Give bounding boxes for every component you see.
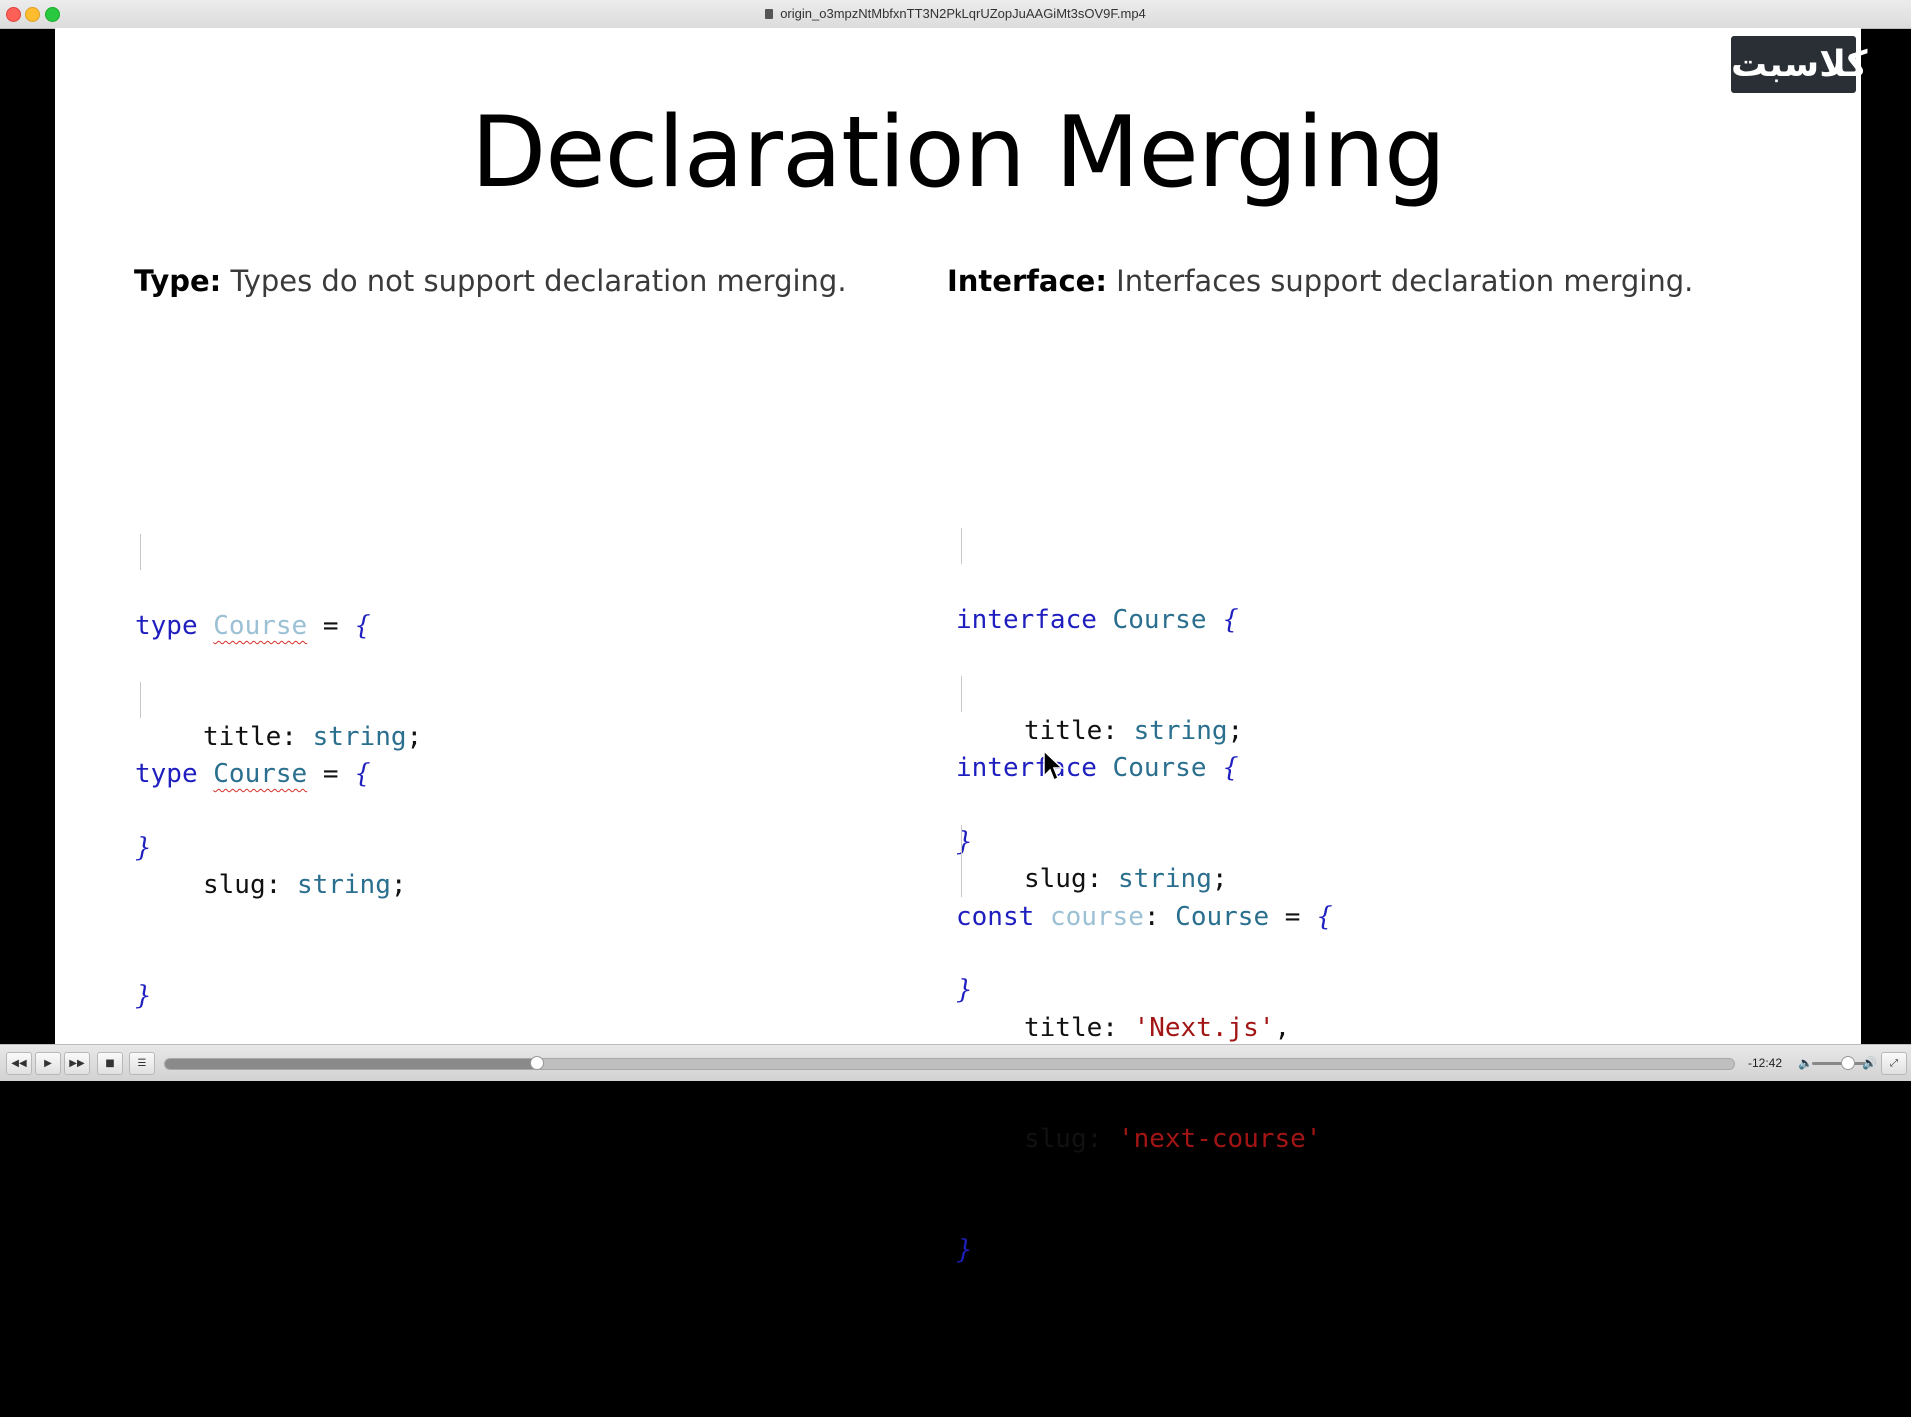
progress-bar[interactable] bbox=[164, 1056, 1735, 1070]
fullscreen-button[interactable]: ⤢ bbox=[1881, 1052, 1907, 1075]
time-remaining: -12:42 bbox=[1748, 1056, 1783, 1070]
player-window: origin_o3mpzNtMbfxnTT3N2PkLqrUZopJuAAGiM… bbox=[0, 0, 1911, 1265]
operator: = bbox=[1269, 902, 1317, 932]
colon: : bbox=[1102, 1013, 1134, 1043]
colon: : bbox=[265, 870, 297, 900]
window-title: origin_o3mpzNtMbfxnTT3N2PkLqrUZopJuAAGiM… bbox=[0, 6, 1911, 21]
property-name: slug bbox=[1024, 1124, 1087, 1154]
type-name: Course bbox=[1175, 902, 1270, 932]
video-frame-slide[interactable]: کلاسبت Declaration Merging Type: Types d… bbox=[55, 28, 1867, 1265]
interface-heading-bold: Interface: bbox=[947, 264, 1107, 298]
stop-button[interactable]: ■ bbox=[97, 1052, 123, 1075]
type-heading-bold: Type: bbox=[134, 264, 222, 298]
semicolon: ; bbox=[390, 870, 407, 900]
colon: : bbox=[1143, 902, 1176, 932]
document-icon bbox=[765, 9, 774, 19]
progress-thumb[interactable] bbox=[529, 1056, 544, 1070]
colon: : bbox=[1086, 1124, 1118, 1154]
close-brace: } bbox=[135, 981, 152, 1011]
volume-thumb[interactable] bbox=[1841, 1056, 1855, 1070]
volume-slider[interactable] bbox=[1812, 1062, 1868, 1065]
chapters-button[interactable]: ☰ bbox=[129, 1052, 155, 1075]
slide-title: Declaration Merging bbox=[470, 96, 1446, 210]
indent-guide bbox=[961, 676, 962, 712]
comma: , bbox=[1274, 1013, 1291, 1043]
player-controls: ◀◀ ▶ ▶▶ ■ ☰ -12:42 🔈 🔊 ⤢ bbox=[0, 1044, 1911, 1081]
close-brace: } bbox=[956, 1235, 973, 1265]
semicolon: ; bbox=[406, 722, 423, 752]
variable-name: course bbox=[1049, 902, 1144, 932]
type-name: Course bbox=[213, 759, 308, 789]
keyword: const bbox=[956, 902, 1035, 932]
indent-guide bbox=[140, 534, 141, 570]
type-heading-text: Types do not support declaration merging… bbox=[221, 264, 847, 298]
window-title-text: origin_o3mpzNtMbfxnTT3N2PkLqrUZopJuAAGiM… bbox=[780, 6, 1146, 21]
volume-high-icon[interactable]: 🔊 bbox=[1862, 1056, 1877, 1070]
rewind-button[interactable]: ◀◀ bbox=[6, 1052, 32, 1075]
volume-low-icon[interactable]: 🔈 bbox=[1798, 1056, 1813, 1070]
type-heading: Type: Types do not support declaration m… bbox=[134, 264, 847, 298]
indent-guide bbox=[961, 825, 962, 897]
progress-fill bbox=[165, 1059, 537, 1069]
brand-logo: کلاسبت bbox=[1731, 36, 1867, 93]
mouse-cursor-icon bbox=[1043, 750, 1064, 782]
property-type: string bbox=[296, 870, 391, 900]
open-brace: { bbox=[1316, 902, 1333, 932]
open-brace: { bbox=[354, 759, 371, 789]
interface-heading: Interface: Interfaces support declaratio… bbox=[947, 264, 1693, 298]
string-value: 'Next.js' bbox=[1133, 1013, 1275, 1043]
fast-forward-button[interactable]: ▶▶ bbox=[64, 1052, 90, 1075]
keyword: type bbox=[135, 759, 198, 789]
operator: = bbox=[307, 759, 355, 789]
string-value: 'next-course' bbox=[1117, 1124, 1322, 1154]
indent-guide bbox=[140, 682, 141, 718]
title-bar[interactable]: origin_o3mpzNtMbfxnTT3N2PkLqrUZopJuAAGiM… bbox=[0, 0, 1911, 29]
play-button[interactable]: ▶ bbox=[35, 1052, 61, 1075]
property-name: title bbox=[1024, 1013, 1103, 1043]
property-name: slug bbox=[203, 870, 266, 900]
interface-heading-text: Interfaces support declaration merging. bbox=[1106, 264, 1694, 298]
indent-guide bbox=[961, 528, 962, 564]
